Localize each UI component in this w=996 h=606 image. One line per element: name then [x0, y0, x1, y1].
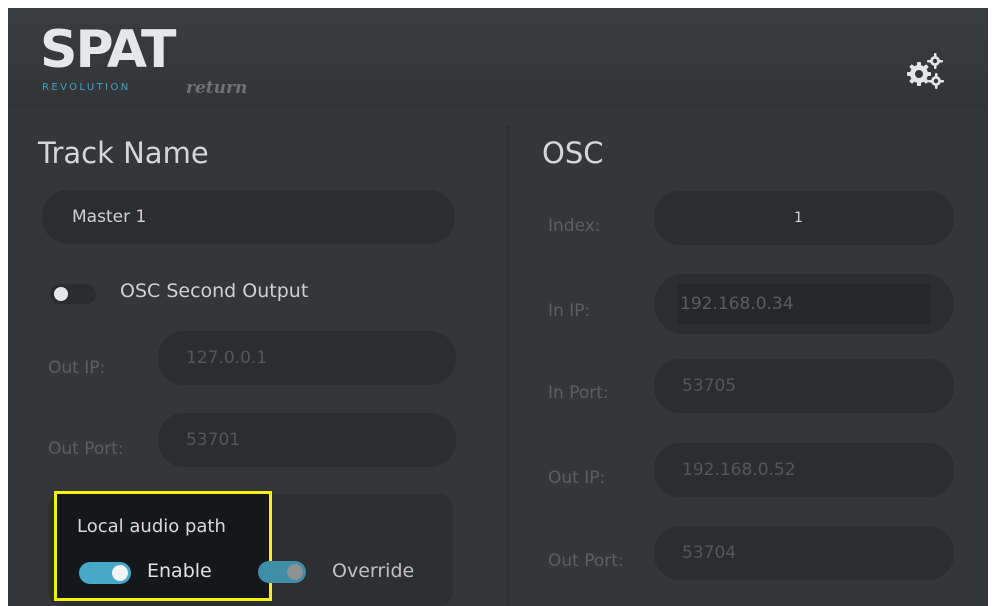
- out-ip-value: 127.0.0.1: [186, 348, 268, 368]
- enable-toggle[interactable]: [79, 562, 131, 584]
- out-ip-field[interactable]: 127.0.0.1: [158, 331, 456, 385]
- osc-out-port-label: Out Port:: [548, 551, 624, 571]
- osc-out-ip-label: Out IP:: [548, 468, 606, 488]
- in-ip-label: In IP:: [548, 301, 591, 321]
- track-name-field[interactable]: Master 1: [42, 190, 455, 244]
- index-label: Index:: [548, 216, 601, 236]
- local-audio-path-highlight: Local audio path Enable: [54, 491, 272, 601]
- toggle-knob: [112, 565, 128, 581]
- osc-heading: OSC: [542, 136, 604, 170]
- osc-second-output-toggle[interactable]: [50, 284, 96, 304]
- override-label: Override: [332, 560, 415, 582]
- in-port-label: In Port:: [548, 383, 609, 403]
- track-name-heading: Track Name: [38, 136, 209, 170]
- out-port-field[interactable]: 53701: [158, 413, 456, 467]
- toggle-knob: [54, 287, 68, 301]
- header-bar: SPAT REVOLUTION return: [8, 8, 988, 110]
- track-name-value: Master 1: [72, 207, 147, 227]
- column-divider: [506, 126, 510, 606]
- out-port-label: Out Port:: [48, 439, 124, 459]
- osc-second-output-label: OSC Second Output: [120, 280, 309, 302]
- in-port-value: 53705: [682, 376, 737, 396]
- override-toggle[interactable]: [258, 561, 306, 583]
- index-value: 1: [794, 210, 803, 226]
- out-ip-label: Out IP:: [48, 358, 106, 378]
- osc-out-port-field[interactable]: 53704: [654, 526, 954, 580]
- logo-return: return: [186, 78, 248, 98]
- gears-icon: [907, 53, 944, 89]
- settings-button[interactable]: [904, 50, 946, 92]
- in-ip-field[interactable]: 192.168.0.34: [654, 274, 954, 334]
- local-audio-path-title: Local audio path: [77, 516, 226, 537]
- osc-out-ip-field[interactable]: 192.168.0.52: [654, 443, 954, 497]
- out-port-value: 53701: [186, 430, 241, 450]
- enable-label: Enable: [147, 560, 212, 582]
- osc-out-ip-value: 192.168.0.52: [682, 460, 796, 480]
- spat-return-window: SPAT REVOLUTION return Track Name Master…: [8, 8, 988, 606]
- logo-spat: SPAT: [40, 20, 176, 80]
- toggle-knob: [287, 564, 303, 580]
- in-ip-value: 192.168.0.34: [680, 294, 794, 314]
- index-field[interactable]: 1: [654, 191, 954, 245]
- osc-out-port-value: 53704: [682, 543, 737, 563]
- logo-revolution: REVOLUTION: [42, 82, 131, 93]
- in-port-field[interactable]: 53705: [654, 359, 954, 413]
